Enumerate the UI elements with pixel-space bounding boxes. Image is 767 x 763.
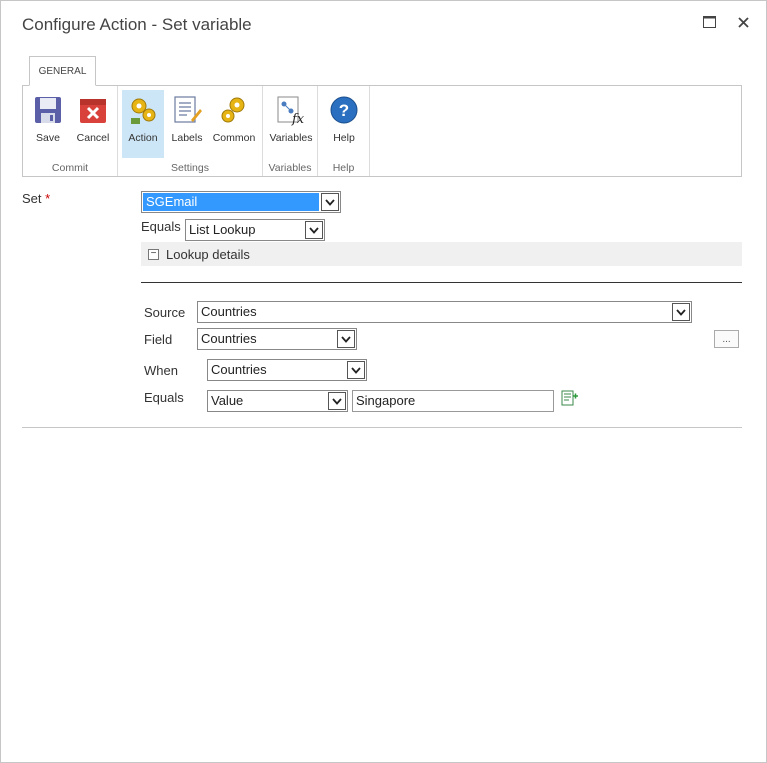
chevron-down-icon[interactable] xyxy=(305,221,323,239)
variables-fx-icon: fx xyxy=(277,96,305,126)
ellipsis-button[interactable]: ... xyxy=(714,330,739,348)
help-button[interactable]: ? Help xyxy=(326,90,362,158)
maximize-icon[interactable] xyxy=(700,13,718,31)
when-equals-value-input[interactable]: Singapore xyxy=(352,390,554,412)
when-label: When xyxy=(144,363,178,378)
save-label: Save xyxy=(36,132,60,144)
group-label-help: Help xyxy=(332,162,355,174)
insert-reference-icon[interactable] xyxy=(561,390,579,406)
required-marker: * xyxy=(45,191,51,206)
tab-general[interactable]: GENERAL xyxy=(29,56,96,86)
set-variable-select[interactable]: SGEmail xyxy=(141,191,341,213)
group-label-settings: Settings xyxy=(171,162,209,174)
ribbon-group-commit: Save Cancel Commit xyxy=(23,86,118,176)
action-button[interactable]: Action xyxy=(122,90,164,158)
cancel-icon xyxy=(80,99,106,123)
dialog-title: Configure Action - Set variable xyxy=(22,15,252,34)
equals-value: List Lookup xyxy=(189,222,256,237)
lookup-details-section: − Lookup details xyxy=(141,242,742,266)
action-label: Action xyxy=(128,132,158,144)
labels-icon xyxy=(174,96,202,123)
chevron-down-icon[interactable] xyxy=(347,361,365,379)
source-value: Countries xyxy=(201,304,257,319)
save-icon xyxy=(35,97,61,123)
chevron-down-icon[interactable] xyxy=(672,303,690,321)
when-equals-type-value: Value xyxy=(211,393,244,408)
when-equals-type-select[interactable]: Value xyxy=(207,390,348,412)
svg-text:fx: fx xyxy=(291,112,305,126)
chevron-down-icon[interactable] xyxy=(337,330,355,348)
cancel-label: Cancel xyxy=(76,132,110,144)
group-label-commit: Commit xyxy=(51,162,89,174)
when-select[interactable]: Countries xyxy=(207,359,367,381)
lookup-details-label: Lookup details xyxy=(166,246,250,262)
equals-label: Equals xyxy=(141,219,181,234)
svg-text:?: ? xyxy=(339,101,349,120)
labels-button[interactable]: Labels xyxy=(168,90,206,158)
variables-button[interactable]: fx Variables xyxy=(267,90,315,158)
when-equals-label: Equals xyxy=(144,390,184,405)
divider xyxy=(141,282,742,283)
set-label: Set * xyxy=(22,191,51,206)
close-icon[interactable] xyxy=(734,13,752,31)
chevron-down-icon[interactable] xyxy=(321,193,339,211)
configure-action-dialog: Configure Action - Set variable GENERAL … xyxy=(0,0,767,763)
help-icon: ? xyxy=(330,96,358,124)
common-gears-icon xyxy=(221,97,245,123)
help-label: Help xyxy=(333,132,355,144)
ribbon-group-help: ? Help Help xyxy=(318,86,370,176)
collapse-icon[interactable]: − xyxy=(148,248,159,260)
source-label: Source xyxy=(144,305,186,320)
bottom-divider xyxy=(22,427,742,428)
chevron-down-icon[interactable] xyxy=(328,392,346,410)
ribbon-group-variables: fx Variables Variables xyxy=(263,86,318,176)
field-value: Countries xyxy=(201,331,257,346)
common-label: Common xyxy=(212,132,256,144)
ribbon: Save Cancel Commit Action Labels Common … xyxy=(22,85,742,177)
common-button[interactable]: Common xyxy=(210,90,258,158)
field-label: Field xyxy=(144,332,173,347)
when-value: Countries xyxy=(211,362,267,377)
ribbon-group-settings: Action Labels Common Settings xyxy=(118,86,263,176)
variables-label: Variables xyxy=(269,132,313,144)
equals-select[interactable]: List Lookup xyxy=(185,219,325,241)
save-button[interactable]: Save xyxy=(29,90,67,158)
source-select[interactable]: Countries xyxy=(197,301,692,323)
cancel-button[interactable]: Cancel xyxy=(73,90,113,158)
field-select[interactable]: Countries xyxy=(197,328,357,350)
labels-label: Labels xyxy=(171,132,203,144)
action-gears-icon xyxy=(131,98,156,124)
set-variable-value: SGEmail xyxy=(143,193,319,211)
group-label-variables: Variables xyxy=(268,162,312,174)
